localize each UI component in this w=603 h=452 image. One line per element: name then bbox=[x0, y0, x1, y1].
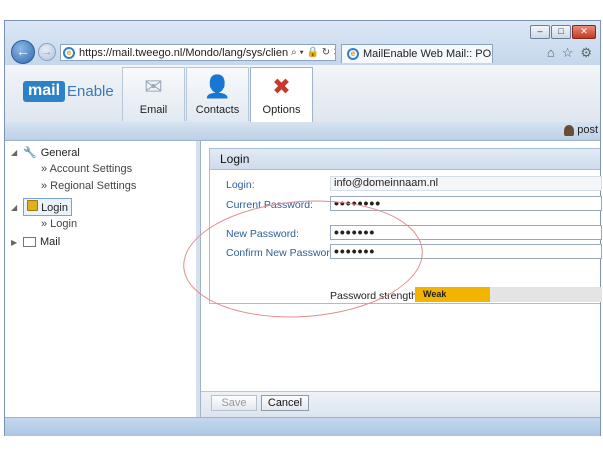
minimize-button[interactable]: – bbox=[530, 25, 550, 39]
tree-item-regional-settings[interactable]: » Regional Settings bbox=[41, 180, 136, 192]
tree-label: » Login bbox=[41, 218, 78, 230]
address-text: https://mail.tweego.nl/Mondo/lang/sys/cl… bbox=[79, 46, 289, 59]
nav-tab-email[interactable]: ✉ Email bbox=[122, 67, 185, 121]
dropdown-icon[interactable]: ▾ bbox=[300, 47, 304, 58]
ie-icon: e bbox=[63, 46, 75, 59]
gear-icon[interactable]: ⚙ bbox=[580, 45, 592, 61]
tree-item-account-settings[interactable]: » Account Settings bbox=[41, 163, 132, 175]
tree-item-mail[interactable]: ▶ Mail bbox=[11, 236, 60, 248]
nav-tab-label: Email bbox=[139, 104, 168, 116]
expand-icon[interactable]: ▶ bbox=[11, 238, 19, 247]
window-controls: – □ ✕ bbox=[530, 25, 596, 39]
save-button[interactable]: Save bbox=[211, 395, 257, 411]
tree-label: Login bbox=[41, 202, 68, 214]
current-password-input[interactable]: •••••••• bbox=[330, 196, 602, 211]
tree-item-login-sub[interactable]: » Login bbox=[41, 218, 77, 230]
stop-icon[interactable]: ✕ bbox=[333, 47, 335, 58]
confirm-password-input[interactable]: ••••••• bbox=[330, 244, 602, 259]
maximize-button[interactable]: □ bbox=[551, 25, 571, 39]
close-window-button[interactable]: ✕ bbox=[572, 25, 596, 39]
password-strength-label: Password strength: bbox=[330, 290, 420, 302]
login-label: Login: bbox=[226, 179, 255, 191]
new-password-label: New Password: bbox=[226, 228, 299, 240]
logo-enable: Enable bbox=[67, 82, 114, 100]
lock-icon bbox=[27, 200, 38, 211]
options-tree: ◢ 🔧 General » Account Settings » Regiona… bbox=[5, 141, 197, 417]
home-icon[interactable]: ⌂ bbox=[547, 45, 555, 61]
nav-tab-options[interactable]: ✖ Options bbox=[250, 67, 313, 123]
tab-ie-icon: e bbox=[347, 48, 359, 60]
back-button[interactable]: ← bbox=[11, 40, 35, 64]
current-password-label: Current Password: bbox=[226, 199, 313, 211]
mail-icon bbox=[23, 237, 36, 247]
tree-item-login[interactable]: ◢ Login bbox=[11, 198, 72, 216]
address-tools[interactable]: ⌕ ▾ 🔒 ↻ ✕ bbox=[288, 47, 335, 58]
login-panel: Login Login: info@domeinnaam.nl Current … bbox=[209, 148, 602, 304]
tree-label: General bbox=[40, 146, 80, 159]
browser-tab[interactable]: e MailEnable Web Mail:: POS... ✕ bbox=[341, 44, 493, 63]
password-strength-fill: Weak bbox=[415, 287, 490, 302]
tree-login-selected[interactable]: Login bbox=[23, 198, 72, 216]
nav-tab-label: Options bbox=[262, 104, 301, 116]
browser-chrome: – □ ✕ ← → e https://mail.tweego.nl/Mondo… bbox=[5, 21, 600, 65]
tools-icon: ✖ bbox=[272, 74, 291, 99]
favorites-icon[interactable]: ☆ bbox=[562, 45, 574, 61]
app-header: mail Enable ✉ Email 👤 Contacts ✖ Options bbox=[5, 65, 600, 123]
form-footer: Save Cancel bbox=[201, 391, 600, 418]
address-bar[interactable]: e https://mail.tweego.nl/Mondo/lang/sys/… bbox=[60, 44, 336, 61]
password-strength-bar: Weak bbox=[415, 287, 602, 302]
refresh-icon[interactable]: ↻ bbox=[322, 47, 330, 58]
logo-mail: mail bbox=[23, 80, 66, 102]
lock-icon[interactable]: 🔒 bbox=[306, 47, 318, 58]
tree-label: Mail bbox=[40, 236, 61, 248]
user-menu[interactable]: post bbox=[564, 124, 598, 136]
user-bar: post bbox=[5, 122, 600, 141]
envelope-icon: ✉ bbox=[144, 74, 163, 99]
status-bar bbox=[5, 417, 600, 436]
person-icon: 👤 bbox=[203, 74, 232, 99]
login-field: info@domeinnaam.nl bbox=[330, 176, 602, 191]
browser-window: – □ ✕ ← → e https://mail.tweego.nl/Mondo… bbox=[4, 20, 602, 436]
tree-label: » Account Settings bbox=[41, 163, 133, 175]
confirm-password-label: Confirm New Password: bbox=[226, 247, 339, 259]
new-password-input[interactable]: ••••••• bbox=[330, 225, 602, 240]
mailenable-logo: mail Enable bbox=[23, 77, 114, 105]
user-name: post bbox=[577, 124, 598, 136]
collapse-icon[interactable]: ◢ bbox=[11, 203, 19, 212]
cancel-button[interactable]: Cancel bbox=[261, 395, 309, 411]
tab-title: MailEnable Web Mail:: POS... bbox=[363, 48, 492, 60]
nav-tab-label: Contacts bbox=[195, 104, 240, 116]
panel-title: Login bbox=[210, 149, 600, 170]
collapse-icon[interactable]: ◢ bbox=[11, 148, 19, 157]
nav-tab-contacts[interactable]: 👤 Contacts bbox=[186, 67, 249, 121]
tree-label: » Regional Settings bbox=[41, 180, 137, 192]
browser-tools: ⌂ ☆ ⚙ bbox=[547, 45, 592, 61]
forward-button[interactable]: → bbox=[38, 43, 56, 61]
wrench-icon: 🔧 bbox=[23, 147, 37, 159]
search-icon[interactable]: ⌕ bbox=[291, 47, 297, 58]
content-pane: Login Login: info@domeinnaam.nl Current … bbox=[201, 141, 602, 391]
avatar-icon bbox=[564, 124, 575, 136]
tree-item-general[interactable]: ◢ 🔧 General bbox=[11, 146, 80, 160]
